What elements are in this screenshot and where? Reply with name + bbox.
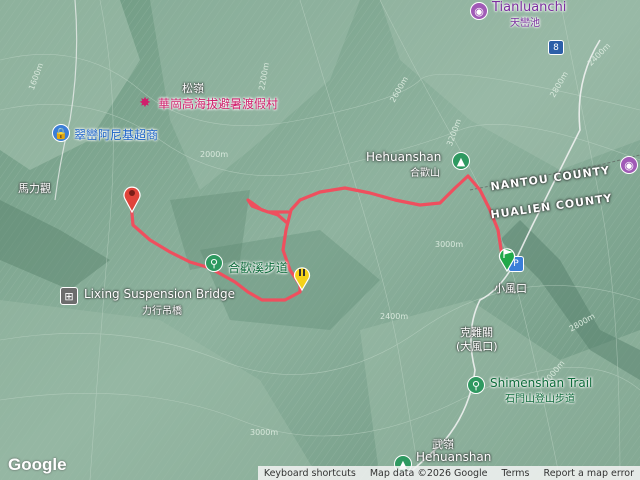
google-logo: Google — [8, 455, 67, 474]
place-shimenshan-en[interactable]: Shimenshan Trail — [490, 376, 592, 390]
waypoint-marker-icon[interactable] — [292, 263, 312, 291]
bridge-icon[interactable]: ⊞ — [60, 287, 78, 305]
keyboard-shortcuts-link[interactable]: Keyboard shortcuts — [264, 468, 356, 479]
place-tianluanchi-zh: 天巒池 — [510, 18, 540, 29]
route-shield: 8 — [548, 40, 564, 55]
place-songling: 松嶺 — [182, 82, 204, 95]
shopping-bag-icon[interactable]: 🔒 — [52, 124, 70, 142]
place-cuiluan[interactable]: 翠巒阿尼基超商 — [74, 126, 158, 143]
place-huagang[interactable]: 華崗高海拔避暑渡假村 — [158, 95, 278, 112]
report-error-link[interactable]: Report a map error — [544, 468, 634, 479]
contour-label: 2400m — [380, 312, 409, 321]
map-data-attribution: Map data ©2026 Google — [369, 467, 488, 479]
place-hehuan-creek-trail[interactable]: 合歡溪步道 — [228, 259, 288, 276]
hiking-icon[interactable]: ⚲ — [205, 254, 223, 272]
place-lixing-zh: 力行吊橋 — [142, 306, 182, 317]
place-xiaofengkou: 小風口 — [494, 282, 527, 295]
hiking-icon[interactable]: ⚲ — [467, 376, 485, 394]
map-canvas[interactable]: 1600m 2000m 2200m 2400m 2600m 2800m 3000… — [0, 0, 640, 480]
place-lixing-en[interactable]: Lixing Suspension Bridge — [84, 287, 235, 301]
place-hehuanshan-bottom[interactable]: Hehuanshan — [416, 450, 491, 464]
contour-label: 3000m — [435, 240, 464, 249]
contour-label: 2000m — [200, 150, 229, 159]
resort-icon[interactable]: ✸ — [136, 94, 154, 112]
attraction-icon[interactable]: ◉ — [620, 156, 638, 174]
attraction-icon[interactable]: ◉ — [470, 2, 488, 20]
terrain-layer — [0, 0, 640, 480]
place-malili: 馬力觀 — [18, 182, 51, 195]
place-tianluanchi-en[interactable]: Tianluanchi — [492, 0, 566, 15]
map-footer: Keyboard shortcuts Map data ©2026 Google… — [257, 466, 640, 480]
place-dafengkou: (大風口) — [456, 340, 498, 353]
start-marker-icon[interactable] — [121, 183, 143, 213]
terms-link[interactable]: Terms — [502, 468, 530, 479]
mountain-peak-icon[interactable]: ▲ — [452, 152, 470, 170]
place-hehuanshan-zh: 合歡山 — [410, 168, 440, 179]
place-hehuanshan-en[interactable]: Hehuanshan — [366, 150, 441, 164]
place-shimenshan-zh: 石門山登山步道 — [505, 394, 575, 405]
contour-label: 3000m — [250, 428, 279, 437]
end-marker-icon[interactable] — [497, 244, 517, 272]
